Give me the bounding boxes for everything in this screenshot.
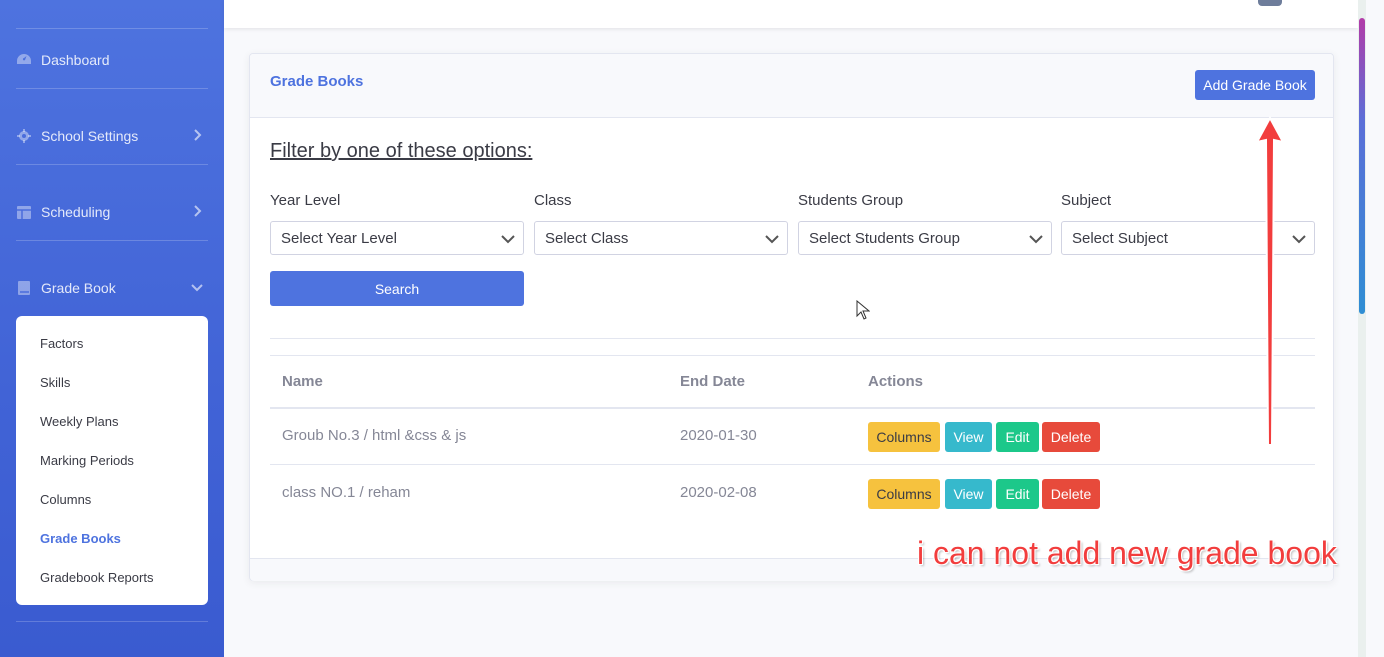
sidebar-item-school-settings[interactable]: School Settings bbox=[16, 121, 208, 151]
sidebar-divider bbox=[16, 28, 208, 29]
class-select-value: Select Class bbox=[545, 229, 629, 247]
table-icon bbox=[16, 204, 32, 220]
search-button[interactable]: Search bbox=[270, 271, 524, 306]
sidebar-item-grade-book[interactable]: Grade Book bbox=[16, 273, 208, 303]
annotation-text: i can not add new grade book bbox=[917, 535, 1337, 571]
divider bbox=[270, 338, 1315, 339]
year-level-label: Year Level bbox=[270, 192, 341, 209]
chevron-right-icon bbox=[194, 205, 202, 217]
sidebar-item-dashboard[interactable]: Dashboard bbox=[16, 45, 208, 75]
submenu-item-columns[interactable]: Columns bbox=[40, 492, 91, 507]
column-header-actions: Actions bbox=[868, 373, 924, 390]
chevron-down-icon bbox=[191, 284, 203, 292]
class-select[interactable]: Select Class bbox=[534, 221, 788, 255]
grade-books-card: Grade Books Add Grade Book Filter by one… bbox=[249, 53, 1334, 581]
grade-book-submenu: Factors Skills Weekly Plans Marking Peri… bbox=[16, 316, 208, 605]
row-1-columns-button[interactable]: Columns bbox=[868, 422, 940, 452]
table-top-border bbox=[270, 355, 1315, 356]
column-header-name: Name bbox=[282, 373, 323, 390]
students-group-label: Students Group bbox=[798, 192, 904, 209]
dashboard-icon bbox=[16, 52, 32, 68]
page-title: Grade Books bbox=[270, 73, 364, 90]
chevron-down-icon bbox=[765, 235, 779, 244]
sidebar-item-label: Dashboard bbox=[41, 52, 110, 68]
students-group-select[interactable]: Select Students Group bbox=[798, 221, 1052, 255]
chevron-right-icon bbox=[194, 129, 202, 141]
row-2-end-date: 2020-02-08 bbox=[680, 484, 757, 501]
add-grade-book-button[interactable]: Add Grade Book bbox=[1195, 70, 1315, 100]
annotation-arrow-icon bbox=[1255, 115, 1285, 446]
sidebar-divider bbox=[16, 621, 208, 622]
topbar bbox=[224, 0, 1358, 28]
column-header-end-date: End Date bbox=[680, 373, 746, 390]
subject-label: Subject bbox=[1061, 192, 1112, 209]
user-avatar[interactable] bbox=[1258, 0, 1282, 6]
book-icon bbox=[16, 280, 32, 296]
sidebar-item-scheduling[interactable]: Scheduling bbox=[16, 197, 208, 227]
submenu-item-factors[interactable]: Factors bbox=[40, 336, 83, 351]
submenu-item-weekly-plans[interactable]: Weekly Plans bbox=[40, 414, 119, 429]
sidebar-divider bbox=[16, 164, 208, 165]
sidebar-item-label: School Settings bbox=[41, 128, 139, 144]
mouse-cursor-icon bbox=[856, 300, 870, 320]
row-2-view-button[interactable]: View bbox=[945, 479, 992, 509]
row-1-name: Groub No.3 / html &css & js bbox=[282, 427, 467, 444]
chevron-down-icon bbox=[1292, 235, 1306, 244]
submenu-item-gradebook-reports[interactable]: Gradebook Reports bbox=[40, 570, 153, 585]
sidebar-divider bbox=[16, 240, 208, 241]
scrollbar-thumb[interactable] bbox=[1359, 18, 1365, 314]
filter-heading: Filter by one of these options: bbox=[270, 140, 533, 162]
row-1-end-date: 2020-01-30 bbox=[680, 427, 757, 444]
sidebar-item-label: Scheduling bbox=[41, 204, 111, 220]
submenu-item-marking-periods[interactable]: Marking Periods bbox=[40, 453, 134, 468]
gear-icon bbox=[16, 128, 32, 144]
chevron-down-icon bbox=[501, 235, 515, 244]
submenu-item-grade-books[interactable]: Grade Books bbox=[40, 531, 121, 546]
row-1-edit-button[interactable]: Edit bbox=[996, 422, 1039, 452]
row-2-columns-button[interactable]: Columns bbox=[868, 479, 940, 509]
row-2-edit-button[interactable]: Edit bbox=[996, 479, 1039, 509]
row-1-view-button[interactable]: View bbox=[945, 422, 992, 452]
students-group-select-value: Select Students Group bbox=[809, 229, 960, 247]
submenu-item-skills[interactable]: Skills bbox=[40, 375, 70, 390]
row-2-name: class NO.1 / reham bbox=[282, 484, 411, 501]
sidebar: Dashboard School Settings Scheduling Gra… bbox=[0, 0, 224, 657]
class-label: Class bbox=[534, 192, 572, 209]
card-header: Grade Books Add Grade Book bbox=[250, 54, 1333, 118]
year-level-select[interactable]: Select Year Level bbox=[270, 221, 524, 255]
row-2-delete-button[interactable]: Delete bbox=[1042, 479, 1100, 509]
sidebar-item-label: Grade Book bbox=[41, 280, 116, 296]
sidebar-divider bbox=[16, 88, 208, 89]
chevron-down-icon bbox=[1029, 235, 1043, 244]
table-header-border bbox=[270, 407, 1315, 409]
subject-select-value: Select Subject bbox=[1072, 229, 1168, 247]
year-level-select-value: Select Year Level bbox=[281, 229, 397, 247]
row-divider bbox=[270, 464, 1315, 465]
row-1-delete-button[interactable]: Delete bbox=[1042, 422, 1100, 452]
